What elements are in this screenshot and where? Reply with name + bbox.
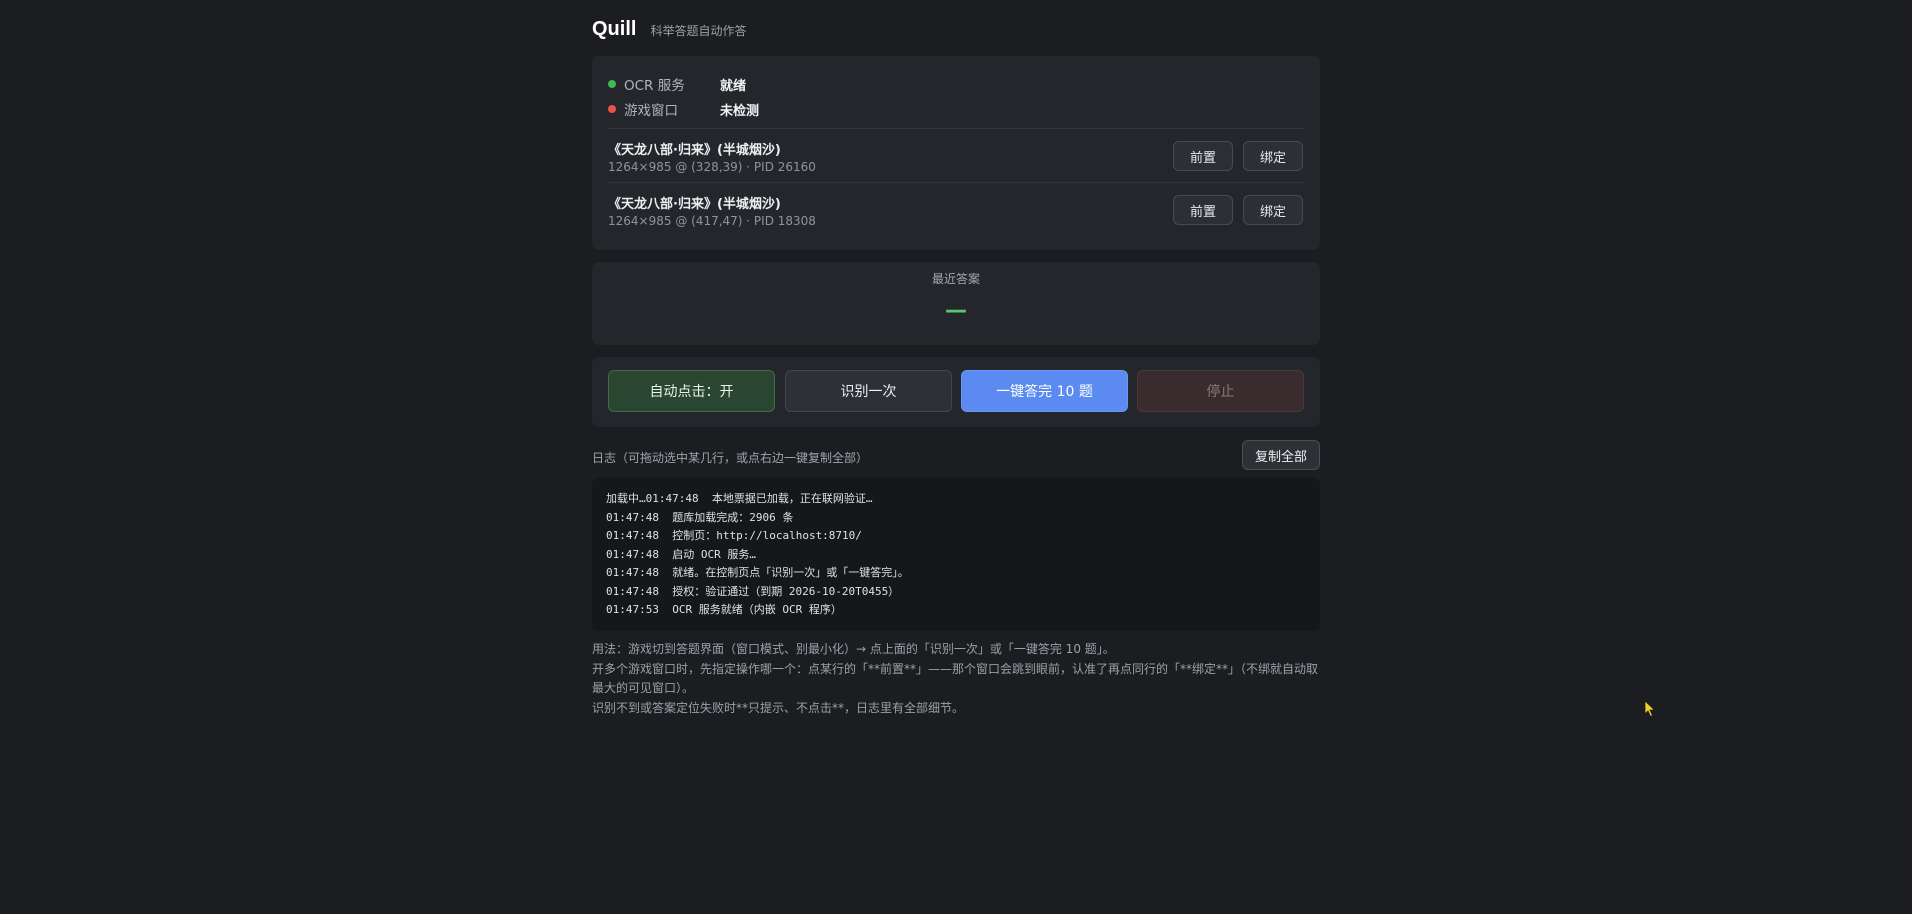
help-line: 开多个游戏窗口时，先指定操作哪一个：点某行的「**前置**」——那个窗口会跳到眼… xyxy=(592,661,1319,696)
ocr-status-row: OCR 服务 就绪 xyxy=(608,74,746,94)
usage-help: 用法：游戏切到答题界面（窗口模式、别最小化）→ 点上面的「识别一次」或「一键答完… xyxy=(592,640,1320,718)
log-line: 01:47:48 就绪。在控制页点「识别一次」或「一键答完」。 xyxy=(606,566,909,579)
app-title: Quill xyxy=(592,18,637,40)
bring-front-button[interactable]: 前置 xyxy=(1173,141,1233,171)
bind-window-button[interactable]: 绑定 xyxy=(1243,141,1303,171)
recognize-once-button[interactable]: 识别一次 xyxy=(785,370,952,412)
divider xyxy=(608,182,1304,183)
answer-label: 最近答案 xyxy=(931,272,980,286)
log-line: 01:47:48 启动 OCR 服务… xyxy=(606,547,756,561)
stop-button[interactable]: 停止 xyxy=(1137,370,1304,412)
action-panel: 自动点击：开 识别一次 一键答完 10 题 停止 xyxy=(592,357,1320,427)
help-line: 用法：游戏切到答题界面（窗口模式、别最小化）→ 点上面的「识别一次」或「一键答完… xyxy=(592,642,1115,656)
answer-all-button[interactable]: 一键答完 10 题 xyxy=(961,370,1128,412)
auto-click-toggle-button[interactable]: 自动点击：开 xyxy=(608,370,775,412)
window-list-item: 《天龙八部·归来》(半城烟沙) 1264×985 @ (417,47) · PI… xyxy=(608,192,1304,236)
window-list-item: 《天龙八部·归来》(半城烟沙) 1264×985 @ (328,39) · PI… xyxy=(608,138,1304,182)
window-meta: 1264×985 @ (417,47) · PID 18308 xyxy=(608,214,816,228)
answer-panel: 最近答案 — xyxy=(592,262,1320,345)
ocr-status-value: 就绪 xyxy=(720,78,747,94)
window-name: 《天龙八部·归来》(半城烟沙) xyxy=(608,197,781,212)
log-title: 日志（可拖动选中某几行，或点右边一键复制全部） xyxy=(592,451,869,465)
header: Quill 科举答题自动作答 xyxy=(592,18,746,41)
ocr-status-label: OCR 服务 xyxy=(624,78,685,94)
app-subtitle: 科举答题自动作答 xyxy=(650,24,747,38)
log-line: 01:47:53 OCR 服务就绪（内嵌 OCR 程序） xyxy=(606,603,842,616)
ocr-status-dot-icon xyxy=(608,80,616,88)
status-panel: OCR 服务 就绪 游戏窗口 未检测 《天龙八部·归来》(半城烟沙) 1264×… xyxy=(592,56,1320,250)
game-status-dot-icon xyxy=(608,105,616,113)
log-line: 01:47:48 控制页：http://localhost:8710/ xyxy=(606,529,862,542)
help-line: 识别不到或答案定位失败时**只提示、不点击**，日志里有全部细节。 xyxy=(592,700,965,715)
window-name: 《天龙八部·归来》(半城烟沙) xyxy=(608,143,781,158)
answer-value: — xyxy=(945,298,967,323)
bind-window-button[interactable]: 绑定 xyxy=(1243,195,1303,225)
bring-front-button[interactable]: 前置 xyxy=(1173,195,1233,225)
divider xyxy=(608,128,1304,129)
game-status-row: 游戏窗口 未检测 xyxy=(608,99,759,119)
log-header: 日志（可拖动选中某几行，或点右边一键复制全部） 复制全部 xyxy=(592,440,1320,472)
game-status-value: 未检测 xyxy=(720,103,760,119)
log-output[interactable]: 加载中…01:47:48 本地票据已加载，正在联网验证… 01:47:48 题库… xyxy=(592,478,1320,631)
log-line: 01:47:48 题库加载完成：2906 条 xyxy=(606,510,794,524)
log-line: 01:47:48 授权：验证通过（到期 2026-10-20T0455） xyxy=(606,584,900,598)
mouse-cursor-icon xyxy=(1644,700,1656,718)
log-line: 加载中…01:47:48 本地票据已加载，正在联网验证… xyxy=(606,492,873,505)
game-status-label: 游戏窗口 xyxy=(624,103,678,119)
copy-all-button[interactable]: 复制全部 xyxy=(1241,440,1320,470)
window-meta: 1264×985 @ (328,39) · PID 26160 xyxy=(608,160,816,174)
